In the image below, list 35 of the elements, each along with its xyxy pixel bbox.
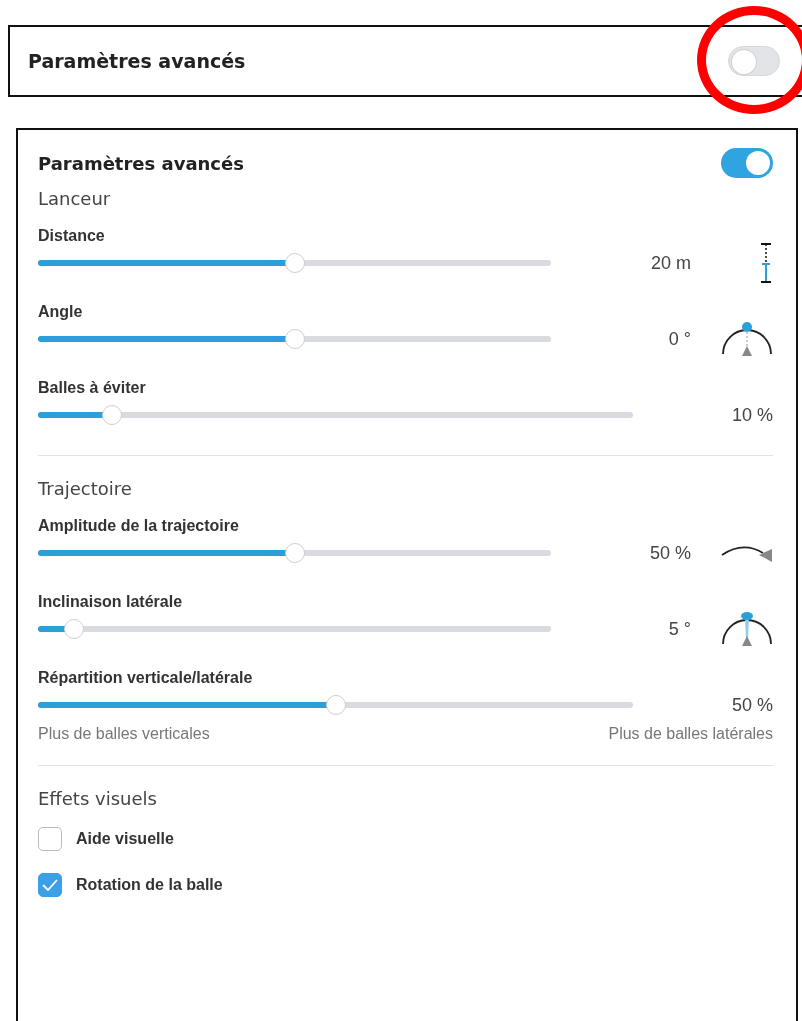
tilt-icon (721, 610, 773, 648)
slider-thumb[interactable] (284, 329, 305, 349)
group-title: Lanceur (38, 188, 111, 209)
distance-icon (759, 242, 773, 284)
slider-label: Balles à éviter (38, 379, 146, 397)
slider-thumb[interactable] (284, 253, 305, 273)
slider-label: Répartition verticale/latérale (38, 669, 253, 687)
min-label: Plus de balles verticales (38, 725, 210, 743)
slider-label: Amplitude de la trajectoire (38, 517, 239, 535)
checkbox[interactable] (38, 827, 62, 851)
toggle-switch[interactable] (721, 148, 773, 178)
group-title: Trajectoire (38, 478, 132, 499)
slider-value: 50 % (648, 542, 691, 564)
slider-thumb[interactable] (325, 695, 346, 715)
slider-label: Inclinaison latérale (38, 593, 183, 611)
panel-title: Paramètres avancés (38, 152, 244, 174)
angle-icon (721, 320, 773, 358)
slider-value: 20 m (649, 252, 691, 274)
toggle-switch[interactable] (728, 46, 780, 76)
checkbox[interactable] (38, 873, 62, 897)
max-label: Plus de balles latérales (608, 725, 773, 743)
slider-value: 10 % (730, 404, 773, 426)
check-icon (42, 879, 58, 891)
slider-label: Angle (38, 303, 83, 321)
slider-thumb[interactable] (284, 543, 305, 563)
checkbox-label: Aide visuelle (76, 830, 174, 848)
slider-value: 5 ° (667, 618, 691, 640)
slider-label: Distance (38, 227, 105, 245)
checkbox-label: Rotation de la balle (76, 876, 223, 894)
slider-value: 50 % (730, 694, 773, 716)
group-title: Effets visuels (38, 788, 157, 809)
slider-thumb[interactable] (102, 405, 123, 425)
slider-value: 0 ° (667, 328, 691, 350)
section-title: Paramètres avancés (28, 50, 246, 72)
slider-thumb[interactable] (63, 619, 84, 639)
